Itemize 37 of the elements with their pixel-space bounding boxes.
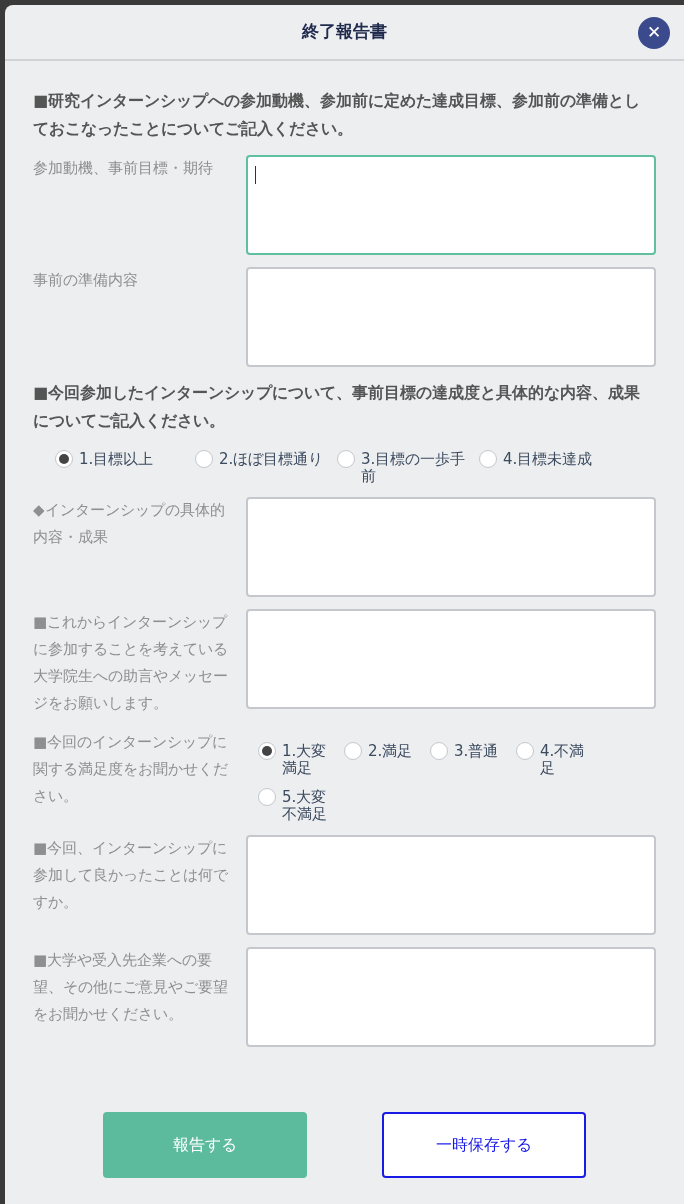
radio-label: 2.満足	[368, 741, 413, 760]
radio-label: 4.目標未達成	[503, 449, 593, 468]
field-label: ■これからインターンシップに参加することを考えている大学院生への助言やメッセージをお願いします。	[33, 612, 229, 714]
radio-button[interactable]	[516, 742, 534, 760]
radio-label: 3.目標の一歩手前	[361, 449, 467, 485]
field-label: ■今回のインターンシップに関する満足度をお聞かせください。	[33, 732, 229, 807]
close-button[interactable]: ✕	[638, 17, 670, 49]
field-label: 参加動機、事前目標・期待	[33, 158, 214, 179]
radio-label: 3.普通	[454, 741, 499, 760]
text-area[interactable]	[246, 835, 656, 935]
section-heading: ■今回参加したインターンシップについて、事前目標の達成度と具体的な内容、成果についてご記入ください。	[32, 382, 642, 432]
radio-button[interactable]	[258, 742, 276, 760]
radio-label: 2.ほぼ目標通り	[219, 449, 324, 468]
text-area[interactable]	[246, 497, 656, 597]
radio-label: 5.大変不満足	[282, 787, 328, 823]
radio-button[interactable]	[195, 450, 213, 468]
radio-button[interactable]	[479, 450, 497, 468]
field-label: ■今回、インターンシップに参加して良かったことは何ですか。	[33, 838, 229, 913]
radio-button[interactable]	[258, 788, 276, 806]
text-area[interactable]	[246, 609, 656, 709]
save-draft-button[interactable]: 一時保存する	[382, 1112, 587, 1178]
radio-label: 4.不満足	[540, 741, 586, 777]
text-cursor	[255, 166, 256, 184]
text-area[interactable]	[246, 267, 656, 367]
section-heading: ■研究インターンシップへの参加動機、参加前に定めた達成目標、参加前の準備としておこなったことについてご記入ください。	[32, 90, 642, 140]
radio-button[interactable]	[430, 742, 448, 760]
field-label: ◆インターンシップの具体的内容・成果	[33, 500, 226, 548]
dialog-title: 終了報告書	[302, 20, 387, 44]
radio-label: 1.大変満足	[282, 741, 328, 777]
text-area[interactable]	[246, 947, 656, 1047]
field-label: ■大学や受入先企業への要望、その他にご意見やご要望をお聞かせください。	[33, 950, 229, 1025]
radio-label: 1.目標以上	[79, 449, 154, 468]
field-label: 事前の準備内容	[33, 270, 139, 291]
radio-button[interactable]	[55, 450, 73, 468]
text-area[interactable]	[246, 155, 656, 255]
radio-button[interactable]	[337, 450, 355, 468]
radio-button[interactable]	[344, 742, 362, 760]
